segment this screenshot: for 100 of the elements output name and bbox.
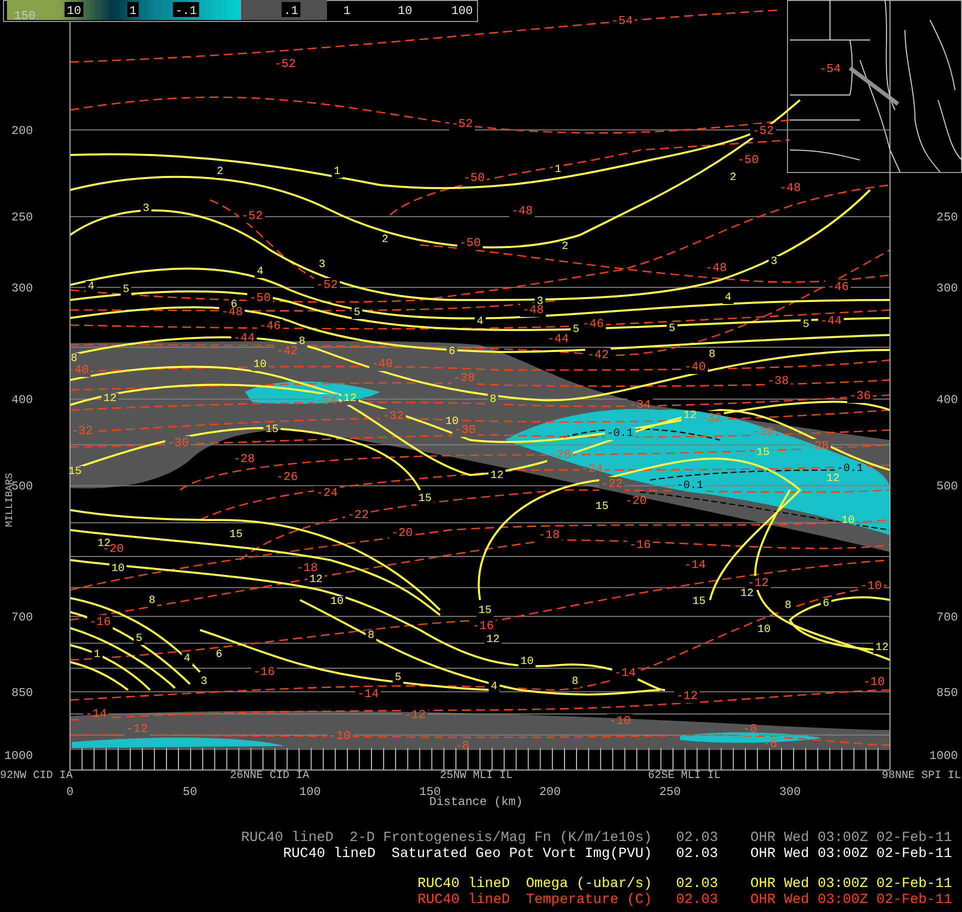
contour-label: 12	[103, 393, 117, 405]
legend-forecast-hour: 02.03	[674, 830, 718, 846]
legend-model: RUC40 lineD	[418, 892, 510, 908]
contour-label: -10	[609, 714, 631, 728]
contour-label: 12	[875, 642, 889, 654]
contour-label: 1	[94, 649, 100, 661]
scale-label: 1	[129, 4, 137, 18]
contour-label: -50	[459, 236, 481, 250]
contour-label: 8	[708, 349, 716, 361]
legend-valid-time: OHR Wed 03:00Z 02-Feb-11	[749, 830, 952, 846]
contour-label: -30	[167, 436, 189, 450]
contour-label: -14	[614, 666, 636, 680]
distance-label: 50	[182, 785, 198, 799]
scale-label: 10	[398, 4, 412, 18]
contour-label: -24	[316, 486, 338, 500]
contour-label: 8	[490, 394, 496, 406]
contour-label: -52	[451, 117, 473, 131]
contour-label: 4	[184, 653, 190, 665]
contour-label: 6	[216, 649, 222, 661]
contour-label: 4	[724, 292, 732, 304]
pressure-label: 400	[936, 393, 958, 408]
contour-label: 8	[572, 676, 578, 688]
contour-label: -50	[249, 291, 271, 305]
contour-label: 5	[354, 307, 360, 319]
contour-label: 12	[826, 473, 840, 485]
contour-label: 15	[692, 596, 706, 608]
contour-label: 15	[68, 466, 82, 478]
contour-label: -44	[547, 332, 569, 346]
contour-label: 8	[784, 600, 792, 612]
contour-label: 12	[309, 574, 323, 586]
contour-label: -32	[71, 424, 93, 438]
contour-label: -14	[357, 687, 379, 701]
contour-label: -26	[276, 470, 298, 484]
contour-label: 2	[382, 234, 388, 246]
distance-label: 300	[779, 785, 801, 799]
contour-label: 8	[298, 336, 306, 348]
distance-label: 200	[539, 785, 561, 799]
legend-parameter: Omega (-ubar/s)	[526, 876, 652, 892]
station-label: 62SE MLI IL	[648, 770, 721, 782]
contour-label: -46	[827, 280, 849, 294]
distance-label: 250	[659, 785, 681, 799]
scale-label: 1	[343, 4, 351, 18]
contour-label: 12	[343, 393, 357, 405]
contour-label: 10	[253, 359, 267, 371]
contour-label: 8	[368, 630, 374, 642]
scale-label: .1	[284, 4, 298, 18]
contour-label: 10	[841, 515, 855, 527]
contour-label: -8	[742, 722, 758, 736]
legend-model: RUC40 lineD	[418, 876, 510, 892]
contour-label: -38	[767, 374, 789, 388]
contour-label: -52	[316, 278, 338, 292]
contour-label: -42	[587, 348, 609, 362]
contour-label: -28	[233, 452, 255, 466]
contour-label: 15	[478, 605, 492, 617]
station-label: 25NW MLI IL	[440, 770, 513, 782]
contour-label: 5	[394, 672, 402, 684]
contour-label: -50	[737, 153, 759, 167]
contour-label: -22	[347, 508, 369, 522]
contour-label: -40	[371, 357, 393, 371]
contour-label: 10	[520, 656, 534, 668]
contour-label: -12	[676, 689, 698, 703]
pressure-label: 150	[14, 9, 36, 23]
pressure-label: 1000	[4, 748, 33, 763]
contour-label: 10	[330, 596, 344, 608]
pressure-label: 700	[11, 610, 33, 624]
contour-label: 5	[136, 633, 142, 645]
contour-label: 5	[572, 324, 580, 336]
contour-label: 5	[802, 319, 810, 331]
contour-label: -10	[860, 579, 882, 593]
legend-forecast-hour: 02.03	[674, 876, 718, 892]
scale-label: -.1	[175, 4, 197, 18]
contour-label: -54	[819, 62, 841, 76]
contour-label: -12	[126, 722, 148, 736]
contour-label: 15	[595, 501, 609, 513]
contour-label: 5	[122, 284, 130, 296]
contour-label: -32	[700, 411, 722, 425]
legend-valid-time: OHR Wed 03:00Z 02-Feb-11	[749, 876, 952, 892]
contour-label: 4	[476, 316, 484, 328]
contour-label: -32	[382, 409, 404, 423]
pressure-label: 850	[936, 686, 958, 700]
contour-label: -48	[779, 181, 801, 195]
legend-parameter: 2-D Frontogenesis/Mag Fn (K/m/1e10s)	[350, 830, 652, 846]
contour-label: -0.1	[836, 463, 864, 475]
contour-label: -18	[296, 561, 318, 575]
contour-label: -16	[253, 665, 275, 679]
contour-label: -16	[89, 615, 111, 629]
contour-label: -16	[629, 538, 651, 552]
contour-label: -52	[274, 57, 296, 71]
contour-label: -12	[404, 708, 426, 722]
pressure-label: 500	[11, 480, 33, 494]
contour-label: 15	[418, 493, 432, 505]
contour-label: -52	[752, 124, 774, 138]
station-label: 92NW CID IA	[0, 770, 73, 782]
pressure-label: 1000	[929, 748, 958, 763]
contour-label: 12	[740, 588, 754, 600]
contour-label: 2	[216, 166, 224, 178]
contour-label: -20	[391, 526, 413, 540]
contour-label: 12	[683, 410, 697, 422]
contour-label: -44	[820, 314, 842, 328]
pressure-label: 300	[11, 281, 33, 296]
